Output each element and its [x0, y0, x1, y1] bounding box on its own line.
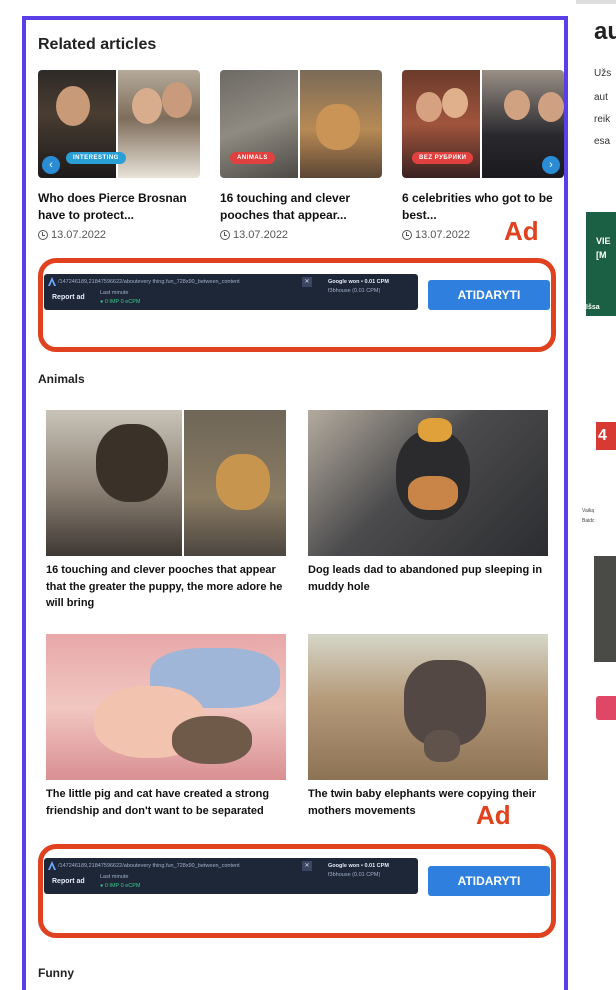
- carousel-prev-button[interactable]: ‹: [42, 156, 60, 174]
- related-articles-heading: Related articles: [38, 36, 157, 53]
- article-title[interactable]: Dog leads dad to abandoned pup sleeping …: [308, 562, 548, 595]
- sidebar-text-line: esa: [594, 136, 611, 147]
- related-title[interactable]: 16 touching and clever pooches that appe…: [220, 190, 382, 225]
- banner-text: VIE: [596, 236, 611, 246]
- open-ad-button[interactable]: ATIDARYTI: [428, 280, 550, 310]
- animal-card[interactable]: 16 touching and clever pooches that appe…: [46, 410, 286, 612]
- open-ad-button[interactable]: ATIDARYTI: [428, 866, 550, 896]
- related-thumbnail[interactable]: BEZ РУБРИКИ ›: [402, 70, 564, 178]
- article-title[interactable]: The twin baby elephants were copying the…: [308, 786, 548, 819]
- related-date: 13.07.2022: [402, 229, 564, 241]
- ad-slot-path: /147246189,21847596622/aboutevery thing.…: [58, 863, 240, 869]
- sidebar-title: au: [594, 18, 616, 45]
- article-image[interactable]: [308, 634, 548, 780]
- ad-winner: Google won • 0.01 CPM: [328, 863, 389, 869]
- sidebar-image[interactable]: [594, 556, 616, 662]
- sidebar-text-line: reik: [594, 114, 611, 125]
- clock-icon: [220, 229, 230, 240]
- clock-icon: [38, 229, 48, 240]
- sidebar-pink-button[interactable]: [596, 696, 616, 720]
- close-icon[interactable]: ✕: [302, 277, 312, 287]
- related-card[interactable]: ANIMALS 16 touching and clever pooches t…: [220, 70, 382, 241]
- article-image[interactable]: [46, 634, 286, 780]
- ad-logo-icon: [48, 861, 56, 870]
- related-thumbnail[interactable]: ‹ INTERESTING: [38, 70, 200, 178]
- related-title[interactable]: Who does Pierce Brosnan have to protect.…: [38, 190, 200, 225]
- sidebar-text-line: aut: [594, 92, 608, 103]
- ad-annotation-label: Ad: [476, 800, 511, 830]
- animals-heading: Animals: [38, 372, 85, 386]
- date-text: 13.07.2022: [415, 228, 471, 241]
- sidebar-text-line: Užs: [594, 68, 612, 79]
- sidebar-small-text: Baidc: [582, 518, 595, 524]
- close-icon[interactable]: ✕: [302, 861, 312, 871]
- animal-card[interactable]: The twin baby elephants were copying the…: [308, 634, 548, 819]
- animal-card[interactable]: Dog leads dad to abandoned pup sleeping …: [308, 410, 548, 595]
- last-minute-label: Last minute: [100, 874, 129, 880]
- article-title[interactable]: The little pig and cat have created a st…: [46, 786, 286, 819]
- related-thumbnail[interactable]: ANIMALS: [220, 70, 382, 178]
- related-date: 13.07.2022: [38, 229, 200, 241]
- article-image[interactable]: [308, 410, 548, 556]
- banner-text: [M: [596, 250, 607, 260]
- date-text: 13.07.2022: [51, 228, 107, 241]
- funny-heading: Funny: [38, 966, 74, 980]
- ad-logo-icon: [48, 277, 56, 286]
- ad-info-bar: /147246189,21847596622/aboutevery thing.…: [44, 274, 418, 310]
- ad-bidder: f3bhouse (0.01 CPM): [328, 288, 381, 294]
- related-card[interactable]: BEZ РУБРИКИ › 6 celebrities who got to b…: [402, 70, 564, 241]
- date-text: 13.07.2022: [233, 228, 289, 241]
- related-date: 13.07.2022: [220, 229, 382, 241]
- category-badge[interactable]: BEZ РУБРИКИ: [412, 152, 474, 164]
- banner-text: Išsa: [586, 304, 600, 311]
- sidebar-banner[interactable]: VIE [M Išsa: [586, 212, 616, 316]
- article-title[interactable]: 16 touching and clever pooches that appe…: [46, 562, 286, 612]
- sidebar-small-text: Vaiką: [582, 508, 595, 514]
- animal-card[interactable]: The little pig and cat have created a st…: [46, 634, 286, 819]
- ad-stats: ● 0 IMP 0 eCPM: [100, 299, 141, 305]
- ad-slot-path: /147246189,21847596622/aboutevery thing.…: [58, 279, 240, 285]
- related-card[interactable]: ‹ INTERESTING Who does Pierce Brosnan ha…: [38, 70, 200, 241]
- article-image[interactable]: [46, 410, 286, 556]
- category-badge[interactable]: INTERESTING: [66, 152, 126, 164]
- category-badge[interactable]: ANIMALS: [230, 152, 275, 164]
- clock-icon: [402, 229, 412, 240]
- related-title[interactable]: 6 celebrities who got to be best...: [402, 190, 564, 225]
- ad-info-bar: /147246189,21847596622/aboutevery thing.…: [44, 858, 418, 894]
- carousel-next-button[interactable]: ›: [542, 156, 560, 174]
- sidebar-logo[interactable]: 4: [596, 422, 616, 450]
- ad-winner: Google won • 0.01 CPM: [328, 279, 389, 285]
- content-column: Related articles ‹ INTERESTING Who does …: [22, 16, 568, 990]
- ad-stats: ● 0 IMP 0 eCPM: [100, 883, 141, 889]
- ad-annotation-label: Ad: [504, 216, 539, 246]
- report-ad-link[interactable]: Report ad: [52, 294, 85, 301]
- report-ad-link[interactable]: Report ad: [52, 878, 85, 885]
- last-minute-label: Last minute: [100, 290, 129, 296]
- ad-bidder: f3bhouse (0.01 CPM): [328, 872, 381, 878]
- sidebar-top-rule: [576, 0, 616, 4]
